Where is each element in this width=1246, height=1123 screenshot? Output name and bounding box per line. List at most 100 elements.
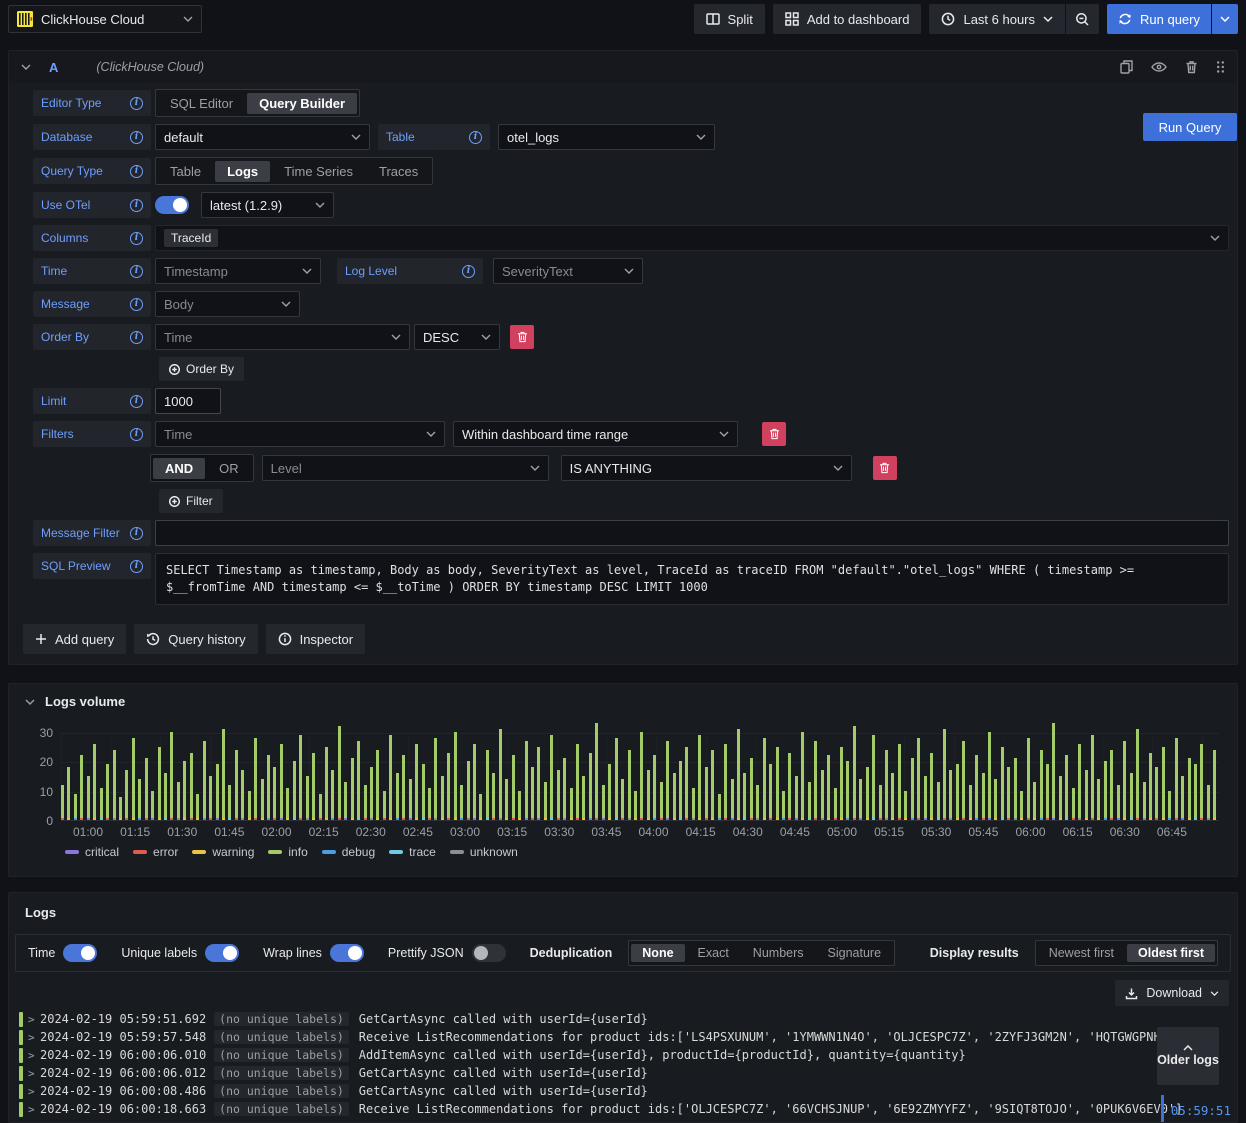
sql-preview-code[interactable]: SELECT Timestamp as timestamp, Body as b… xyxy=(155,553,1229,605)
option-and[interactable]: AND xyxy=(153,457,206,479)
option-time-series[interactable]: Time Series xyxy=(272,161,365,182)
option-table[interactable]: Table xyxy=(158,161,213,182)
log-row[interactable]: >2024-02-19 06:00:06.010 (no unique label… xyxy=(19,1046,1231,1064)
column-chip[interactable]: TraceId xyxy=(164,229,219,247)
option-or[interactable]: OR xyxy=(207,458,251,479)
table-select[interactable]: otel_logs xyxy=(498,124,715,150)
legend-item-unknown[interactable]: unknown xyxy=(449,845,518,859)
log-expand-icon[interactable]: > xyxy=(28,1103,40,1116)
remove-filter-button[interactable] xyxy=(762,422,786,446)
option-logs[interactable]: Logs xyxy=(215,160,271,182)
info-icon[interactable]: i xyxy=(130,231,143,245)
add-order-by-button[interactable]: Order By xyxy=(159,357,245,381)
bar xyxy=(80,755,84,820)
info-icon[interactable]: i xyxy=(130,264,143,278)
info-icon[interactable]: i xyxy=(130,427,143,441)
order-direction-select[interactable]: DESC xyxy=(414,324,500,350)
option-none[interactable]: None xyxy=(631,944,685,962)
info-icon[interactable]: i xyxy=(130,130,143,144)
time-range-picker[interactable]: Last 6 hours xyxy=(929,4,1066,34)
hide-query-eye-icon[interactable] xyxy=(1151,61,1167,73)
log-row[interactable]: >2024-02-19 06:00:18.663 (no unique label… xyxy=(19,1100,1231,1118)
wrap-lines-toggle[interactable] xyxy=(329,944,364,962)
run-query-caret[interactable] xyxy=(1212,4,1238,34)
option-sql-editor[interactable]: SQL Editor xyxy=(158,93,245,114)
info-icon[interactable]: i xyxy=(130,330,143,344)
add-to-dashboard-button[interactable]: Add to dashboard xyxy=(772,4,922,34)
columns-multiselect[interactable]: TraceId xyxy=(155,225,1229,251)
option-signature[interactable]: Signature xyxy=(817,944,893,962)
log-expand-icon[interactable]: > xyxy=(28,1031,40,1044)
legend-item-debug[interactable]: debug xyxy=(321,845,375,859)
info-icon[interactable]: i xyxy=(130,394,143,408)
database-select[interactable]: default xyxy=(155,124,370,150)
info-icon[interactable]: i xyxy=(462,264,475,278)
inspector-button[interactable]: Inspector xyxy=(265,624,366,654)
add-query-button[interactable]: Add query xyxy=(23,624,127,654)
datasource-picker[interactable]: ClickHouse Cloud xyxy=(8,5,202,33)
x-tick: 05:45 xyxy=(968,825,999,839)
download-button[interactable]: Download xyxy=(1115,980,1229,1006)
time-toggle[interactable] xyxy=(63,944,98,962)
run-query-button[interactable]: Run query xyxy=(1107,4,1211,34)
logs-volume-header[interactable]: Logs volume xyxy=(25,694,1221,709)
condition-operator-select[interactable]: IS ANYTHING xyxy=(560,455,852,481)
prettify-json-toggle[interactable] xyxy=(471,944,506,962)
option-newest-first[interactable]: Newest first xyxy=(1038,944,1125,962)
collapse-chevron-icon[interactable] xyxy=(21,64,31,70)
split-button[interactable]: Split xyxy=(693,4,765,34)
option-numbers[interactable]: Numbers xyxy=(742,944,815,962)
order-by-field-select[interactable]: Time xyxy=(155,324,410,350)
info-icon[interactable]: i xyxy=(130,526,143,540)
time-column-select[interactable]: Timestamp xyxy=(155,258,321,284)
legend-item-warning[interactable]: warning xyxy=(192,845,254,859)
option-traces[interactable]: Traces xyxy=(367,161,430,182)
info-icon[interactable]: i xyxy=(130,297,143,311)
limit-input[interactable]: 1000 xyxy=(155,388,221,414)
delete-query-trash-icon[interactable] xyxy=(1185,60,1198,74)
run-query-panel-button[interactable]: Run Query xyxy=(1143,113,1237,141)
row-sql-preview: SQL Preview i SELECT Timestamp as timesta… xyxy=(33,553,1229,605)
log-expand-icon[interactable]: > xyxy=(28,1013,40,1026)
query-row-header[interactable]: A (ClickHouse Cloud) xyxy=(9,51,1237,83)
legend-item-info[interactable]: info xyxy=(268,845,308,859)
option-oldest-first[interactable]: Oldest first xyxy=(1127,944,1215,962)
message-filter-input[interactable] xyxy=(155,520,1229,546)
otel-version-select[interactable]: latest (1.2.9) xyxy=(201,192,334,218)
drag-handle-icon[interactable] xyxy=(1216,60,1225,74)
log-row[interactable]: >2024-02-19 05:59:51.692 (no unique label… xyxy=(19,1010,1231,1028)
info-icon[interactable]: i xyxy=(130,559,143,573)
filter-operator-select[interactable]: Within dashboard time range xyxy=(453,421,738,447)
log-expand-icon[interactable]: > xyxy=(28,1049,40,1062)
bar xyxy=(1103,761,1107,820)
log-row[interactable]: >2024-02-19 06:00:08.486 (no unique label… xyxy=(19,1082,1231,1100)
info-icon[interactable]: i xyxy=(130,96,143,110)
info-icon[interactable]: i xyxy=(130,164,143,178)
option-query-builder[interactable]: Query Builder xyxy=(247,92,358,114)
legend-item-error[interactable]: error xyxy=(133,845,178,859)
info-icon[interactable]: i xyxy=(130,198,143,212)
legend-item-trace[interactable]: trace xyxy=(389,845,436,859)
older-logs-button[interactable]: Older logs xyxy=(1157,1027,1219,1085)
log-level-select[interactable]: SeverityText xyxy=(493,258,643,284)
bar xyxy=(1091,735,1094,820)
log-row[interactable]: >2024-02-19 06:00:06.012 (no unique label… xyxy=(19,1064,1231,1082)
remove-condition-button[interactable] xyxy=(872,456,897,480)
remove-order-by-button[interactable] xyxy=(510,325,534,349)
zoom-out-time-button[interactable] xyxy=(1066,4,1100,34)
bar xyxy=(376,750,380,820)
add-filter-button[interactable]: Filter xyxy=(159,489,223,513)
filter-field-select[interactable]: Time xyxy=(155,421,445,447)
condition-field-select[interactable]: Level xyxy=(261,455,549,481)
unique-labels-toggle[interactable] xyxy=(205,944,240,962)
log-expand-icon[interactable]: > xyxy=(28,1085,40,1098)
message-column-select[interactable]: Body xyxy=(155,291,300,317)
option-exact[interactable]: Exact xyxy=(687,944,740,962)
duplicate-query-icon[interactable] xyxy=(1120,60,1133,74)
query-history-button[interactable]: Query history xyxy=(134,624,258,654)
log-row[interactable]: >2024-02-19 05:59:57.548 (no unique label… xyxy=(19,1028,1231,1046)
use-otel-toggle[interactable] xyxy=(155,196,189,214)
legend-item-critical[interactable]: critical xyxy=(65,845,119,859)
log-expand-icon[interactable]: > xyxy=(28,1067,40,1080)
info-icon[interactable]: i xyxy=(469,130,482,144)
